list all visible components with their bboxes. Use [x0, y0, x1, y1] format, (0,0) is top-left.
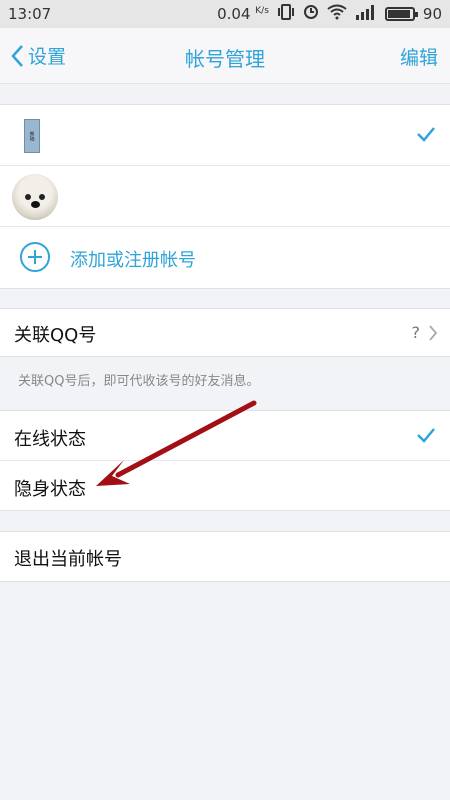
status-section: 在线状态 隐身状态: [0, 410, 450, 511]
checkmark-icon: [417, 127, 435, 142]
logout-section: 退出当前帐号: [0, 531, 450, 582]
status-bar: 13:07 0.04 K/s 90: [0, 0, 450, 28]
invisible-status-row[interactable]: 隐身状态: [0, 461, 450, 510]
link-qq-section: 关联QQ号 ?: [0, 308, 450, 357]
page-title: 帐号管理: [185, 47, 265, 71]
link-qq-value: ?: [411, 323, 421, 342]
link-qq-label: 关联QQ号: [14, 325, 97, 346]
battery-icon: [384, 7, 418, 21]
wifi-icon: [327, 4, 347, 24]
battery-level: 90: [422, 5, 442, 23]
accounts-section: 卷轴 添加或注册帐号: [0, 104, 450, 289]
logout-row[interactable]: 退出当前帐号: [0, 532, 450, 581]
vibrate-icon: [277, 4, 295, 24]
edit-button[interactable]: 编辑: [400, 43, 438, 70]
alarm-icon: [303, 4, 319, 24]
checkmark-icon: [417, 428, 435, 443]
status-time: 13:07: [8, 5, 52, 23]
invisible-status-label: 隐身状态: [14, 479, 86, 500]
status-right: 0.04 K/s 90: [217, 4, 442, 24]
signal-icon: [355, 4, 377, 24]
link-qq-hint: 关联QQ号后，即可代收该号的好友消息。: [18, 374, 260, 389]
online-status-row[interactable]: 在线状态: [0, 411, 450, 461]
logout-label: 退出当前帐号: [14, 549, 122, 570]
online-status-label: 在线状态: [14, 429, 86, 450]
link-qq-right: ?: [412, 323, 439, 342]
link-qq-row[interactable]: 关联QQ号 ?: [0, 309, 450, 356]
account-row[interactable]: [0, 166, 450, 227]
network-speed: 0.04 K/s: [217, 5, 269, 23]
add-account-label: 添加或注册帐号: [70, 250, 196, 271]
add-icon: [20, 242, 50, 272]
account-row[interactable]: 卷轴: [0, 105, 450, 166]
nav-bar: 设置 帐号管理 编辑: [0, 28, 450, 84]
chevron-right-icon: [429, 324, 438, 341]
add-account-row[interactable]: 添加或注册帐号: [0, 227, 450, 288]
account-avatar-dog: [12, 174, 58, 220]
account-avatar-calligraphy: 卷轴: [24, 119, 40, 153]
